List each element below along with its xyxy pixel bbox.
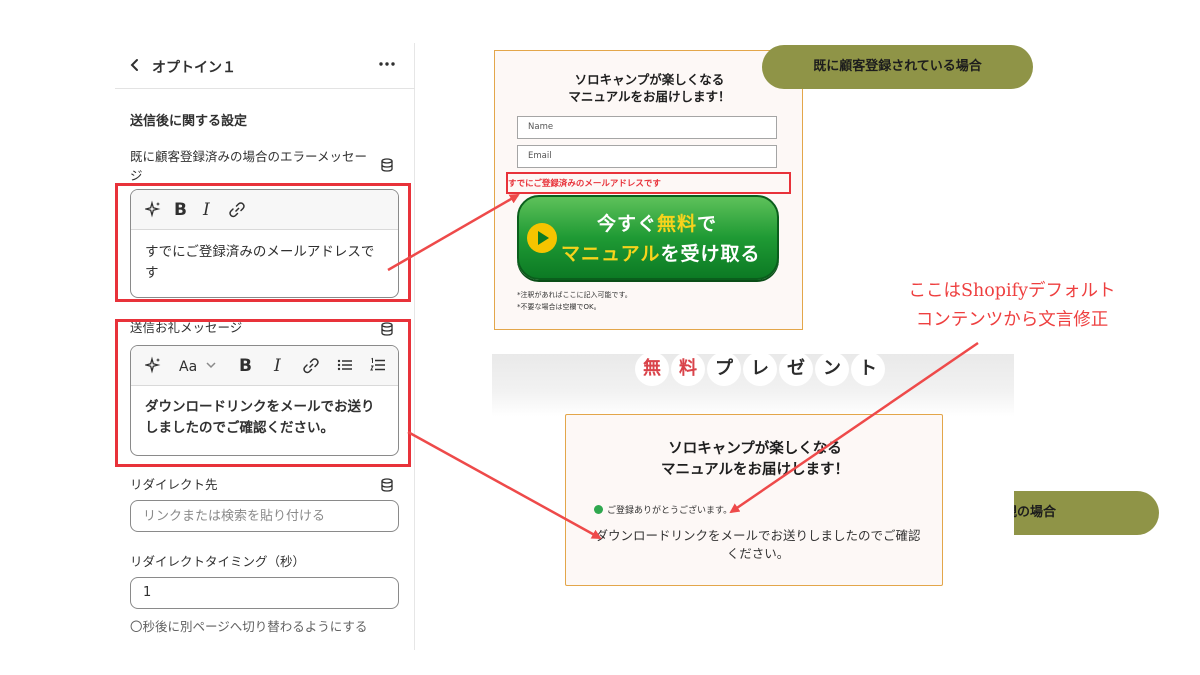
italic-icon[interactable]: I: [203, 200, 210, 220]
database-icon[interactable]: [381, 321, 393, 336]
existing-case-label: 既に顧客登録されている場合: [762, 45, 1033, 89]
redirect-timing-help: 〇秒後に別ページへ切り替わるようにする: [130, 619, 368, 634]
check-circle-icon: [594, 505, 603, 514]
redirect-timing-input[interactable]: 1: [130, 577, 399, 609]
cta-line-1: 今すぐ無料で: [597, 213, 718, 235]
bold-icon[interactable]: B: [239, 356, 252, 376]
rte-toolbar: B I: [131, 190, 398, 230]
panel-title: オプトイン１: [152, 60, 236, 76]
free-present-title: 無 料 プ レ ゼ ン ト: [635, 352, 887, 388]
font-size-icon[interactable]: Aa: [179, 357, 197, 377]
thanks-message: ダウンロードリンクをメールでお送りしましたのでご確認ください。: [595, 528, 921, 561]
database-icon[interactable]: [381, 157, 393, 172]
redirect-input[interactable]: [130, 500, 399, 532]
section-title: 送信後に関する設定: [130, 114, 248, 129]
panel-header: オプトイン１: [115, 43, 415, 89]
existing-customer-preview: ソロキャンプが楽しくなる マニュアルをお届けします！ Name Email すで…: [494, 50, 803, 330]
thanks-message-text[interactable]: ダウンロードリンクをメールでお送りしましたのでご確認ください。: [131, 386, 398, 451]
bold-icon[interactable]: B: [174, 200, 187, 220]
thanks-message-label: 送信お礼メッセージ: [130, 320, 243, 335]
note-text: *不要な場合は空欄でOK。: [517, 303, 601, 311]
preview-headline: ソロキャンプが楽しくなる マニュアルをお届けします！: [660, 441, 850, 478]
cta-button[interactable]: 今すぐ無料で マニュアルを受け取る: [517, 195, 779, 280]
success-message: ご登録ありがとうございます。: [607, 506, 733, 516]
rte-toolbar: Aa B I: [131, 346, 398, 386]
play-icon: [527, 223, 557, 253]
note-text: *注釈があればここに記入可能です。: [517, 291, 632, 299]
italic-icon[interactable]: I: [274, 356, 281, 376]
name-field[interactable]: Name: [517, 116, 777, 139]
cta-line-2: マニュアルを受け取る: [561, 243, 761, 265]
settings-panel: オプトイン１ 送信後に関する設定 既に顧客登録済みの場合のエラーメッセージ B …: [115, 43, 415, 650]
error-message-label: 既に顧客登録済みの場合のエラーメッセージ: [130, 149, 368, 183]
email-field[interactable]: Email: [517, 145, 777, 168]
error-message: すでにご登録済みのメールアドレスです: [508, 179, 661, 189]
chevron-down-icon[interactable]: [205, 356, 217, 376]
more-options-icon[interactable]: [378, 54, 396, 77]
numbered-list-icon[interactable]: [370, 356, 386, 376]
sparkle-icon[interactable]: [143, 200, 161, 220]
annotation-text: ここはShopifyデフォルト コンテンツから文言修正: [908, 281, 1116, 330]
thanks-message-editor[interactable]: Aa B I ダウンロードリンクをメールでお送りしましたのでご確認ください。: [130, 345, 399, 456]
redirect-label: リダイレクト先: [130, 477, 218, 492]
bullet-list-icon[interactable]: [337, 356, 353, 376]
chevron-left-icon[interactable]: [129, 57, 143, 73]
database-icon[interactable]: [381, 477, 393, 492]
error-message-editor[interactable]: B I すでにご登録済みのメールアドレスです: [130, 189, 399, 298]
preview-headline: ソロキャンプが楽しくなる マニュアルをお届けします！: [568, 72, 731, 104]
link-icon[interactable]: [229, 200, 245, 220]
link-icon[interactable]: [303, 356, 319, 376]
redirect-timing-label: リダイレクトタイミング（秒）: [130, 554, 306, 569]
sparkle-icon[interactable]: [143, 356, 161, 376]
error-message-text[interactable]: すでにご登録済みのメールアドレスです: [131, 230, 398, 296]
new-customer-preview: ソロキャンプが楽しくなる マニュアルをお届けします！ ご登録ありがとうございます…: [565, 414, 943, 586]
